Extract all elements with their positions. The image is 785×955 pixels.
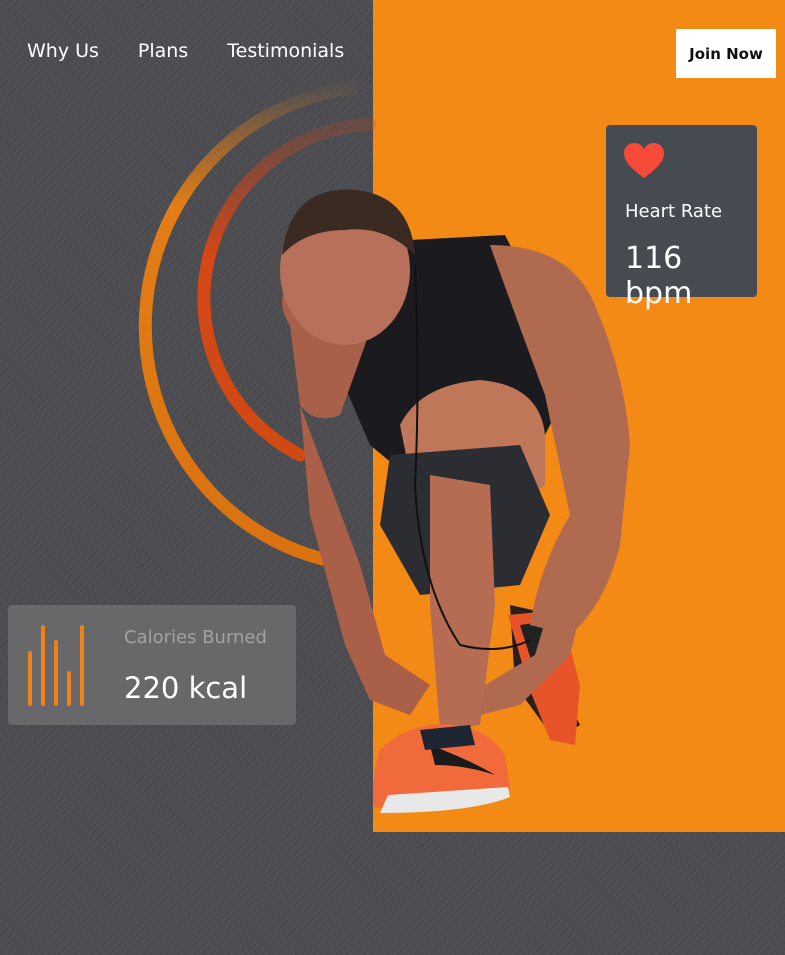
heart-rate-label: Heart Rate: [625, 201, 723, 222]
hero-athlete-image: [280, 189, 630, 813]
nav-link-testimonials[interactable]: Testimonials: [227, 40, 344, 62]
calories-label: Calories Burned: [124, 627, 267, 648]
main-nav: Why Us Plans Testimonials: [27, 40, 344, 62]
calories-card: Calories Burned 220 kcal: [8, 605, 296, 725]
heart-rate-value: 116 bpm: [625, 241, 693, 311]
calories-value: 220 kcal: [124, 671, 248, 705]
heart-rate-card: Heart Rate 116 bpm: [606, 125, 757, 311]
nav-link-plans[interactable]: Plans: [138, 40, 188, 62]
nav-link-why-us[interactable]: Why Us: [27, 40, 99, 62]
bar-chart-icon: [28, 625, 84, 706]
join-now-button[interactable]: Join Now: [676, 29, 776, 78]
heart-icon: [624, 143, 664, 178]
